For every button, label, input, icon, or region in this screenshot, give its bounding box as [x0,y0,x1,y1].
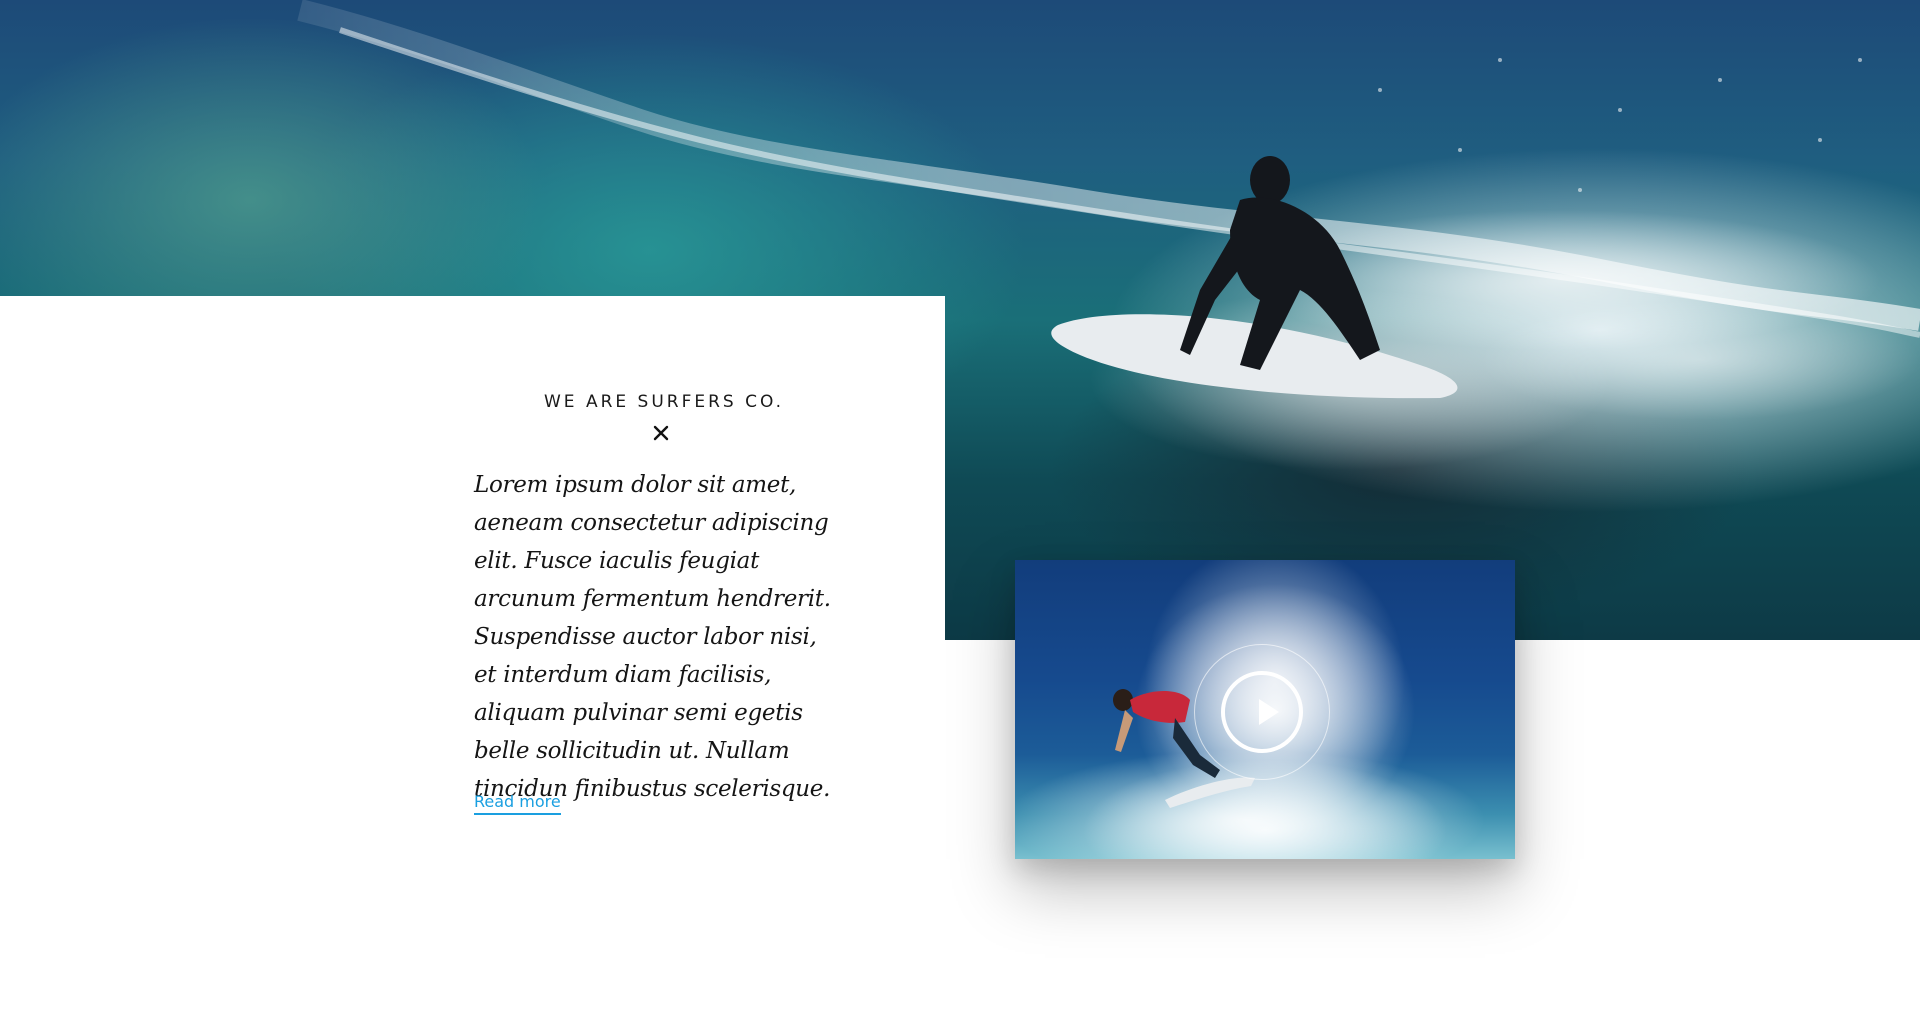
section-kicker: WE ARE SURFERS CO. [544,392,785,412]
play-icon [1259,699,1279,725]
video-thumbnail[interactable] [1015,560,1515,859]
close-x-icon [651,423,671,443]
section-body: Lorem ipsum dolor sit amet, aeneam conse… [474,472,831,802]
play-button[interactable] [1221,671,1303,753]
page: WE ARE SURFERS CO. Lorem ipsum dolor sit… [0,0,1920,1029]
read-more-link[interactable]: Read more [474,792,561,815]
